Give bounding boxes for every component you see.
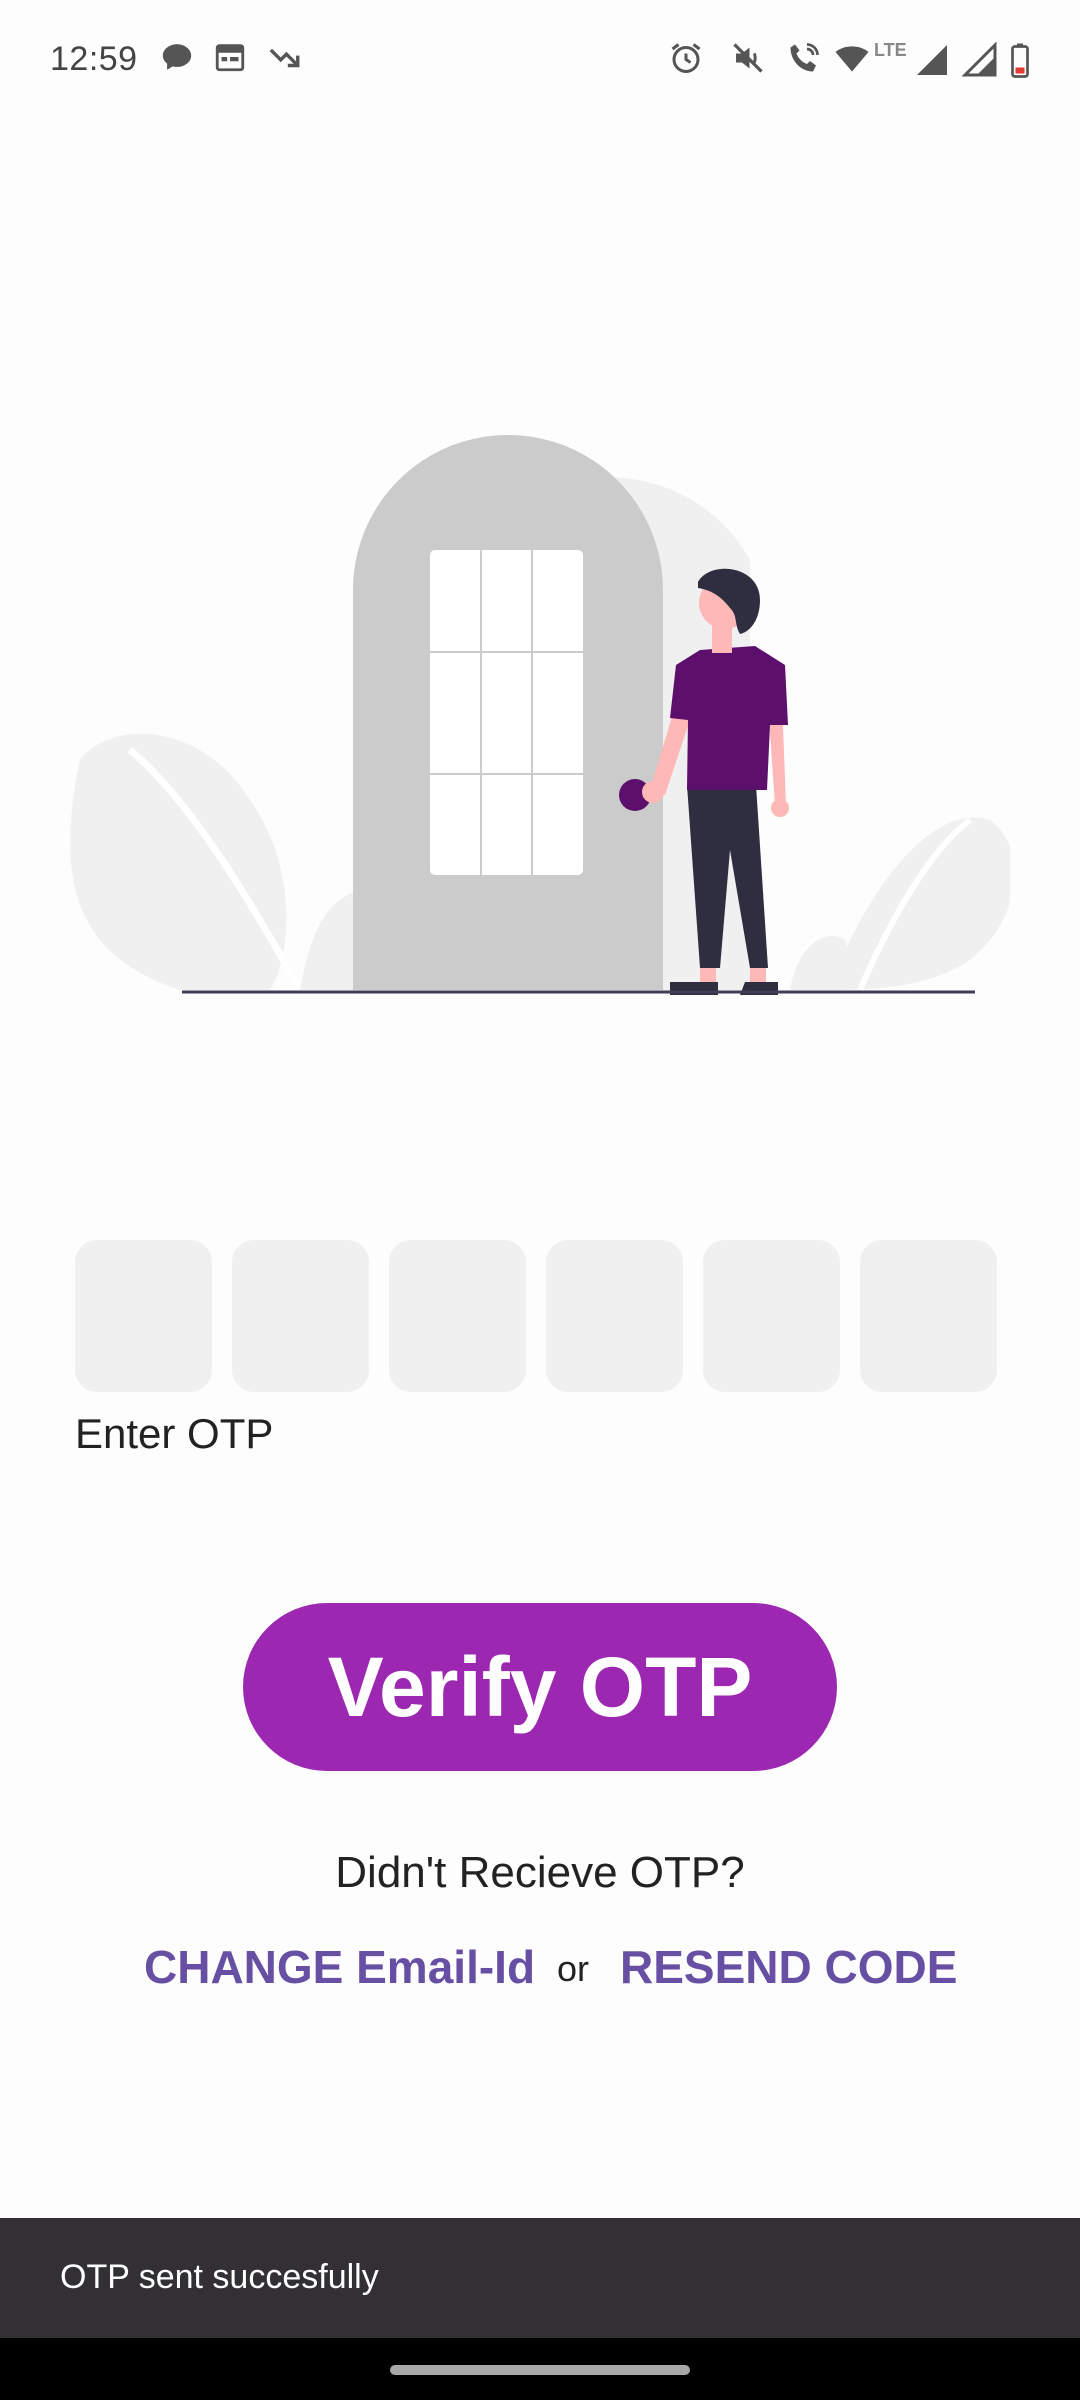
otp-digit-6[interactable]: [860, 1240, 997, 1392]
trending-down-icon: [269, 48, 300, 68]
otp-digit-5[interactable]: [703, 1240, 840, 1392]
signal-lte-icon: [917, 45, 947, 75]
snackbar-message: OTP sent succesfully: [60, 2258, 379, 2296]
otp-digit-4[interactable]: [546, 1240, 683, 1392]
verify-otp-button[interactable]: Verify OTP: [243, 1603, 837, 1771]
otp-digit-1[interactable]: [75, 1240, 212, 1392]
alarm-icon: [671, 43, 701, 73]
status-time: 12:59: [50, 40, 138, 78]
resend-code-link[interactable]: RESEND CODE: [620, 1940, 957, 1994]
calendar-icon: [215, 44, 245, 72]
home-gesture-handle[interactable]: [390, 2365, 690, 2375]
signal-icon: [962, 42, 997, 77]
battery-low-icon: [1011, 43, 1029, 78]
wifi-icon: [835, 46, 869, 72]
change-email-link[interactable]: CHANGE Email-Id: [144, 1940, 535, 1994]
door-person-illustration: [70, 435, 1010, 995]
otp-input-row: [75, 1240, 1005, 1392]
mute-icon: [733, 43, 763, 73]
status-bar: 12:59 LTE: [0, 0, 1080, 125]
wifi-call-icon: [790, 43, 819, 72]
or-separator: or: [557, 1948, 590, 1989]
otp-digit-3[interactable]: [389, 1240, 526, 1392]
didnt-receive-text: Didn't Recieve OTP?: [335, 1848, 745, 1897]
otp-digit-2[interactable]: [232, 1240, 369, 1392]
otp-label: Enter OTP: [75, 1410, 274, 1457]
lte-label: LTE: [874, 40, 907, 60]
chat-bubble-icon: [162, 44, 192, 70]
